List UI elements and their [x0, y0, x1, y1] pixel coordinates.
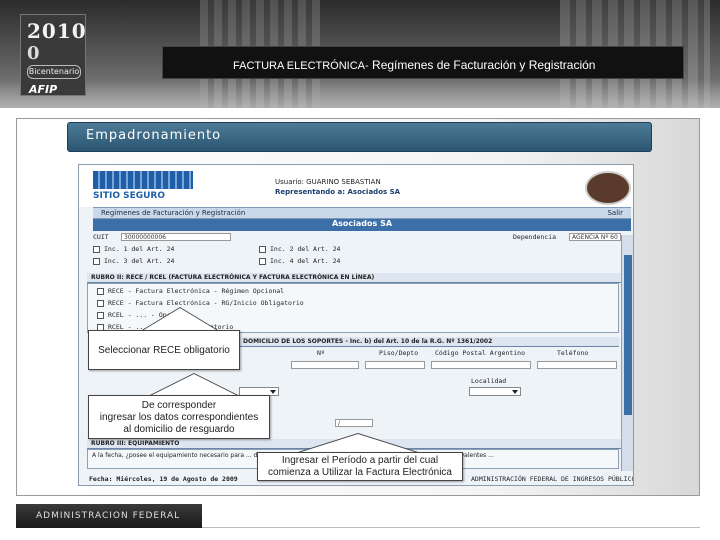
seal-icon: [585, 171, 631, 205]
domicilio-col: Piso/Depto: [379, 349, 419, 357]
cuit-label: CUIT: [93, 233, 109, 241]
form-footer-text: ADMINISTRACIÓN FEDERAL DE INGRESOS PÚBLI…: [471, 475, 634, 483]
periodo-field[interactable]: /: [335, 419, 373, 427]
rece-option-label: RECE - Factura Electrónica - RG/Inicio O…: [108, 299, 304, 307]
bicentenario-logo: 2010 0 Bicentenario AFIP: [20, 14, 86, 96]
afip-logo-mark: [93, 171, 193, 189]
logo-afip: AFIP: [29, 83, 58, 96]
localidad-select[interactable]: [469, 387, 521, 396]
header-banner: 2010 0 Bicentenario AFIP FACTURA ELECTRÓ…: [0, 0, 720, 108]
callout-domicilio: De corresponder ingresar los datos corre…: [88, 395, 270, 439]
inciso-label: Inc. 1 del Art. 24: [104, 245, 175, 253]
dependencia-row: Dependencia: [513, 233, 563, 243]
title-part-1: FACTURA ELECTRÓNICA-: [233, 60, 369, 72]
domicilio-col: Teléfono: [557, 349, 589, 357]
callout-line: Ingresar el Período a partir del cual: [281, 455, 439, 466]
afip-logo-sub: SITIO SEGURO: [93, 191, 166, 201]
rece-option: RECE - Factura Electrónica - Régimen Opc…: [97, 287, 627, 297]
footer-label: ADMINISTRACION FEDERAL: [36, 511, 181, 521]
rece-option-label: RECE - Factura Electrónica - Régimen Opc…: [108, 287, 285, 295]
inciso-row: Inc. 2 del Art. 24: [259, 245, 419, 255]
callout-line: De corresponder: [141, 400, 217, 411]
footer-divider: [202, 527, 700, 528]
form-top-banner: SITIO SEGURO Usuario: GUARINO SEBASTIAN …: [79, 165, 633, 207]
piso-field[interactable]: [365, 361, 425, 369]
callout-rece-obligatorio: Seleccionar RECE obligatorio: [88, 330, 240, 370]
user-line: Usuario: GUARINO SEBASTIAN: [275, 178, 381, 186]
callout-line: comienza a Utilizar la Factura Electróni…: [268, 467, 452, 478]
callout-periodo: Ingresar el Período a partir del cual co…: [257, 452, 463, 481]
afip-logo: SITIO SEGURO: [93, 171, 193, 205]
cuit-field[interactable]: 30000000006: [121, 233, 231, 241]
footer-brand: ADMINISTRACION FEDERAL: [16, 504, 202, 528]
dependencia-field[interactable]: AGENCIA Nº 60: [569, 233, 621, 241]
rece-checkbox[interactable]: [97, 311, 104, 319]
inciso-checkbox[interactable]: [259, 245, 266, 253]
form-scrollbar[interactable]: [621, 235, 633, 471]
telefono-field[interactable]: [537, 361, 617, 369]
page-title: FACTURA ELECTRÓNICA- Regímenes de Factur…: [233, 56, 595, 74]
menu-salir[interactable]: Salir: [607, 209, 623, 217]
callout-line: al domicilio de resguardo: [123, 424, 235, 435]
rece-checkbox[interactable]: [97, 299, 104, 307]
inciso-checkbox[interactable]: [93, 257, 100, 265]
user-info: Usuario: GUARINO SEBASTIAN Representando…: [275, 177, 400, 197]
scrollbar-thumb[interactable]: [624, 255, 632, 415]
inciso-label: Inc. 4 del Art. 24: [270, 257, 341, 265]
logo-zero: 0: [27, 43, 40, 64]
domicilio-col: Código Postal Argentino: [435, 349, 526, 357]
dependencia-label: Dependencia: [513, 233, 557, 241]
form-menu-bar: Regímenes de Facturación y Registración …: [93, 207, 631, 219]
callout-line: ingresar los datos correspondientes: [99, 412, 259, 423]
domicilio-section-header: DOMICILIO DE LOS SOPORTES - Inc. b) del …: [239, 337, 619, 347]
codigo-postal-field[interactable]: [431, 361, 531, 369]
inciso-checkbox[interactable]: [93, 245, 100, 253]
company-name: Asociados SA: [331, 219, 393, 228]
localidad-label: Localidad: [471, 377, 507, 385]
inciso-label: Inc. 3 del Art. 24: [104, 257, 175, 265]
callout-pointer: [298, 434, 418, 453]
callout-text: Seleccionar RECE obligatorio: [98, 345, 230, 356]
callout-pointer: [150, 374, 238, 396]
header-fade: [0, 80, 720, 108]
section-title-bar: Empadronamiento: [67, 122, 652, 152]
logo-year: 2010: [27, 19, 87, 43]
title-part-2: Regímenes de Facturación y Registración: [368, 58, 596, 72]
numero-field[interactable]: [291, 361, 359, 369]
section-title: Empadronamiento: [86, 128, 222, 143]
title-bar: FACTURA ELECTRÓNICA- Regímenes de Factur…: [162, 46, 684, 79]
callout-pointer: [142, 308, 218, 331]
inciso-row: Inc. 4 del Art. 24: [259, 257, 419, 267]
logo-bicentenario: Bicentenario: [27, 65, 81, 79]
domicilio-col: Nº: [317, 349, 325, 357]
inciso-checkbox[interactable]: [259, 257, 266, 265]
company-bar: Asociados SA: [93, 219, 631, 231]
rece-checkbox[interactable]: [97, 287, 104, 295]
represented-text: Representando a: Asociados SA: [275, 188, 401, 196]
rece-section-header: RUBRO II: RECE / RCEL (FACTURA ELECTRÓNI…: [87, 273, 627, 283]
menu-regimenes[interactable]: Regímenes de Facturación y Registración: [101, 209, 245, 217]
inciso-label: Inc. 2 del Art. 24: [270, 245, 341, 253]
represented-line: Representando a: Asociados SA: [275, 187, 400, 197]
